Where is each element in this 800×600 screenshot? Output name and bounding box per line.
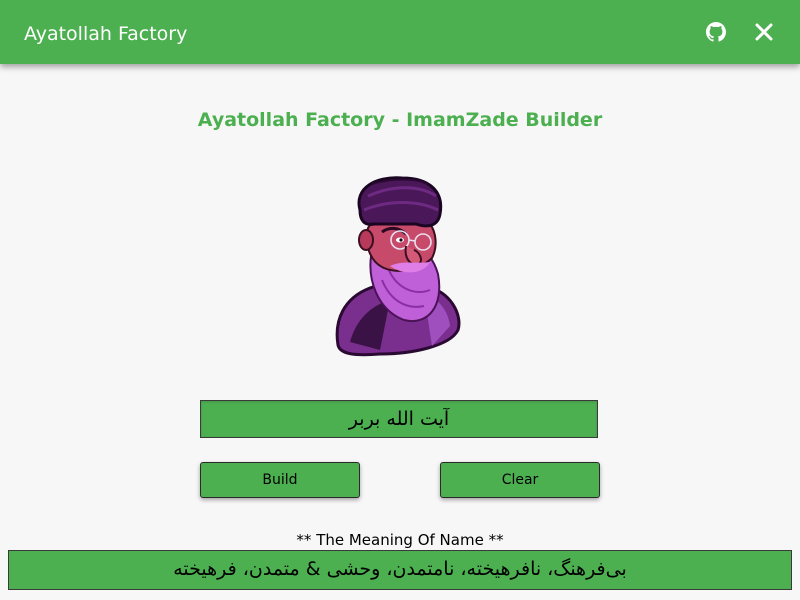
build-button[interactable]: Build bbox=[200, 462, 360, 498]
close-icon[interactable] bbox=[752, 20, 776, 44]
page-title: Ayatollah Factory - ImamZade Builder bbox=[197, 109, 603, 131]
ayatollah-portrait-image bbox=[320, 170, 480, 365]
meaning-title: ** The Meaning Of Name ** bbox=[296, 531, 504, 549]
clear-button[interactable]: Clear bbox=[440, 462, 600, 498]
name-field[interactable] bbox=[200, 400, 598, 438]
github-icon[interactable] bbox=[704, 20, 728, 44]
meaning-text: بی‌فرهنگ، نافرهیخته، نامتمدن، وحشی & متم… bbox=[8, 550, 792, 590]
app-title: Ayatollah Factory bbox=[24, 23, 188, 45]
name-input[interactable] bbox=[201, 401, 597, 437]
app-bar: Ayatollah Factory bbox=[0, 0, 800, 64]
